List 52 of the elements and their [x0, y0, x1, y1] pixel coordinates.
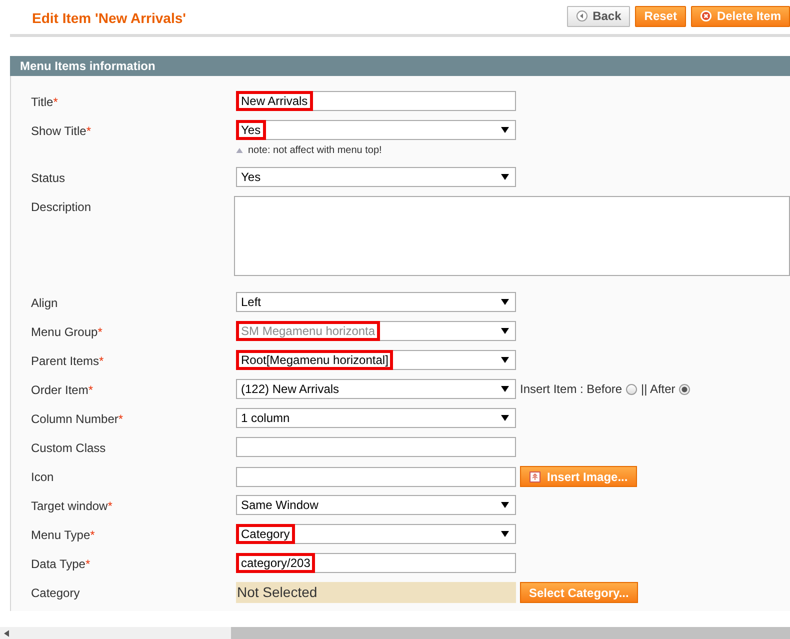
field-label: Target window*: [31, 499, 112, 513]
field-label: Icon: [31, 470, 54, 484]
header-button[interactable]: Back: [566, 6, 630, 26]
select-field[interactable]: Root[Megamenu horizontal]: [236, 350, 516, 370]
image-icon: [529, 470, 541, 482]
caret-icon: [501, 386, 509, 392]
back-icon: [576, 10, 588, 22]
radio-button[interactable]: [626, 384, 638, 394]
field-label: Order Item*: [31, 383, 94, 397]
section-header: Menu Items information: [10, 56, 790, 76]
close-icon: [700, 10, 712, 22]
select-field[interactable]: Left: [236, 292, 516, 312]
scroll-left-icon[interactable]: [4, 630, 9, 636]
field-label: Description: [31, 200, 92, 214]
field-label: Menu Type*: [31, 528, 95, 542]
field-label: Data Type*: [31, 557, 90, 571]
input-field[interactable]: New Arrivals: [236, 91, 516, 111]
horizontal-scrollbar[interactable]: [0, 627, 790, 639]
field-label: Parent Items*: [31, 354, 104, 368]
select-field[interactable]: Same Window: [236, 495, 516, 515]
select-field[interactable]: Category: [236, 524, 516, 544]
input-field[interactable]: [236, 437, 516, 457]
triangle-icon: [236, 148, 243, 153]
radio-label: || After: [641, 382, 676, 396]
field-note: note: not affect with menu top!: [248, 145, 382, 156]
select-field[interactable]: Yes: [236, 167, 516, 187]
radio-label: Insert Item : Before: [520, 382, 622, 396]
field-label: Show Title*: [31, 124, 92, 138]
caret-icon: [501, 328, 509, 334]
caret-icon: [501, 415, 509, 421]
input-field[interactable]: category/203: [236, 553, 516, 573]
caret-icon: [501, 174, 509, 180]
field-label: Column Number*: [31, 412, 124, 426]
field-label: Title*: [31, 95, 58, 109]
field-label: Menu Group*: [31, 325, 102, 339]
input-field[interactable]: [236, 466, 516, 486]
text-area[interactable]: [234, 196, 790, 276]
caret-icon: [501, 357, 509, 363]
caret-icon: [501, 127, 509, 133]
page-title: Edit Item 'New Arrivals': [32, 9, 186, 26]
category-value: Not Selected: [236, 582, 516, 603]
field-label: Status: [31, 171, 66, 185]
caret-icon: [501, 502, 509, 508]
field-label: Category: [31, 586, 80, 600]
field-label: Custom Class: [31, 441, 106, 455]
caret-icon: [501, 299, 509, 305]
caret-icon: [501, 531, 509, 537]
select-field[interactable]: 1 column: [236, 408, 516, 428]
select-field[interactable]: Yes: [236, 120, 516, 140]
select-field[interactable]: (122) New Arrivals: [236, 379, 516, 399]
radio-button[interactable]: [679, 384, 690, 394]
field-label: Align: [31, 296, 58, 310]
